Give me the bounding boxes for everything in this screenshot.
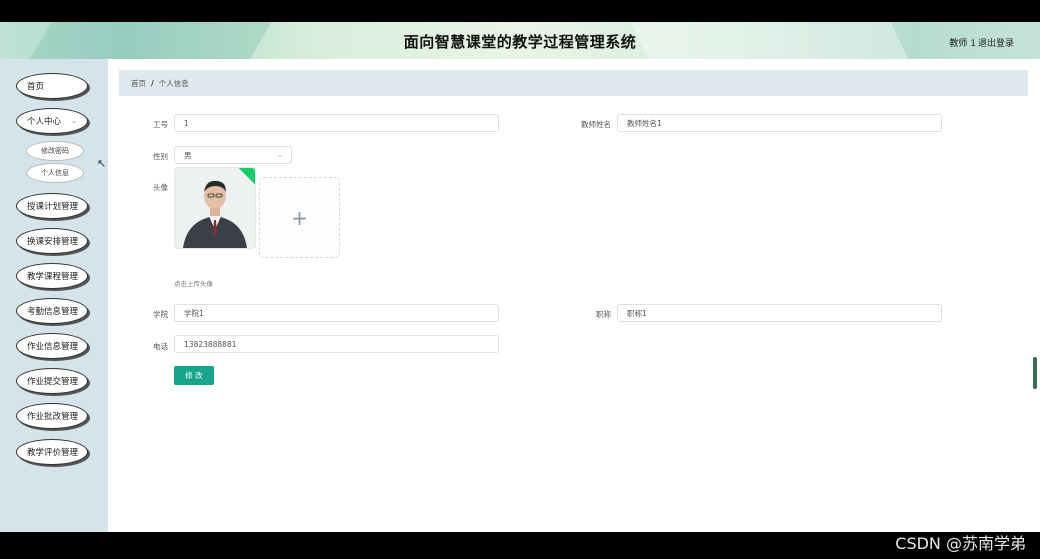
sidebar-item-label: 作业信息管理	[27, 342, 79, 352]
scrollbar-thumb[interactable]	[1033, 357, 1037, 389]
id-value: 1	[184, 118, 189, 128]
upload-avatar-button[interactable]: +	[259, 177, 340, 258]
update-button[interactable]: 修 改	[174, 366, 214, 385]
sidebar-item-label: 作业提交管理	[27, 377, 79, 387]
chevron-down-icon: ⌄	[277, 151, 283, 159]
college-value: 学院1	[184, 308, 204, 318]
phone-label: 电话	[153, 342, 168, 351]
sidebar-item-label: 考勤信息管理	[27, 307, 79, 317]
phone-value: 13823888881	[184, 339, 237, 349]
sidebar-subitem-personal-info[interactable]: 个人信息	[26, 163, 84, 183]
sidebar-item-teaching-plan[interactable]: 授课计划管理	[16, 193, 88, 219]
sidebar-item-label: 教学评价管理	[27, 448, 79, 458]
chevron-down-icon: ⌄	[71, 117, 77, 125]
phone-field[interactable]: 13823888881	[174, 335, 499, 353]
id-label: 工号	[153, 120, 168, 129]
sidebar-item-homework[interactable]: 作业信息管理	[16, 333, 88, 359]
teacher-name-field[interactable]: 教师姓名1	[617, 114, 942, 132]
app-window: 面向智慧课堂的教学过程管理系统 教师 1 退出登录 首页 个人中心 ⌄ 修改密码 …	[0, 22, 1040, 532]
plus-icon: +	[291, 205, 308, 230]
watermark: CSDN @苏南学弟	[895, 534, 1026, 553]
job-title-label: 职称	[596, 310, 611, 319]
college-field[interactable]: 学院1	[174, 304, 499, 322]
current-user: 教师 1	[949, 39, 976, 49]
job-title-value: 职称1	[627, 308, 647, 318]
id-field[interactable]: 1	[174, 114, 499, 132]
sidebar-item-label: 作业批改管理	[27, 412, 79, 422]
breadcrumb: 首页 / 个人信息	[119, 70, 1028, 96]
avatar-label: 头像	[153, 183, 168, 192]
sidebar-item-homework-grading[interactable]: 作业批改管理	[16, 403, 88, 429]
sidebar-item-personal-center[interactable]: 个人中心 ⌄	[16, 108, 88, 134]
sidebar-item-home[interactable]: 首页	[16, 73, 88, 99]
teacher-name-label: 教师姓名	[581, 120, 611, 129]
sidebar-subitem-change-password[interactable]: 修改密码	[26, 141, 84, 161]
college-label: 学院	[153, 310, 168, 319]
sidebar-item-label: 换课安排管理	[27, 237, 79, 247]
sidebar-item-label: 个人信息	[41, 169, 69, 177]
sidebar-item-homework-submit[interactable]: 作业提交管理	[16, 368, 88, 394]
video-bottom-bar	[0, 532, 1040, 559]
sidebar-item-courses[interactable]: 教学课程管理	[16, 263, 88, 289]
breadcrumb-current: 个人信息	[158, 78, 189, 88]
sidebar-item-label: 教学课程管理	[27, 272, 79, 282]
upload-hint: 点击上传头像	[174, 280, 213, 288]
sidebar-item-course-swap[interactable]: 换课安排管理	[16, 228, 88, 254]
sidebar-item-label: 授课计划管理	[27, 202, 79, 212]
person-photo-icon	[175, 168, 255, 248]
breadcrumb-separator: /	[151, 78, 154, 88]
header: 面向智慧课堂的教学过程管理系统 教师 1 退出登录	[0, 22, 1040, 59]
logout-link[interactable]: 退出登录	[978, 36, 1014, 49]
gender-value: 男	[184, 150, 192, 160]
sidebar-item-teaching-evaluation[interactable]: 教学评价管理	[16, 439, 88, 465]
avatar-image	[174, 167, 256, 249]
gender-select[interactable]: 男 ⌄	[174, 146, 292, 164]
breadcrumb-home[interactable]: 首页	[131, 78, 146, 89]
sidebar-item-label: 个人中心	[27, 117, 62, 127]
gender-label: 性别	[153, 152, 168, 161]
sidebar: 首页 个人中心 ⌄ 修改密码 个人信息 授课计划管理 换课安排管理 教学课程管理 …	[0, 59, 108, 532]
job-title-field[interactable]: 职称1	[617, 304, 942, 322]
mouse-cursor-icon: ↖	[97, 157, 107, 170]
teacher-name-value: 教师姓名1	[627, 118, 662, 128]
sidebar-item-label: 修改密码	[41, 147, 69, 155]
system-title: 面向智慧课堂的教学过程管理系统	[403, 33, 637, 51]
sidebar-item-label: 首页	[27, 82, 45, 92]
sidebar-item-attendance[interactable]: 考勤信息管理	[16, 298, 88, 324]
